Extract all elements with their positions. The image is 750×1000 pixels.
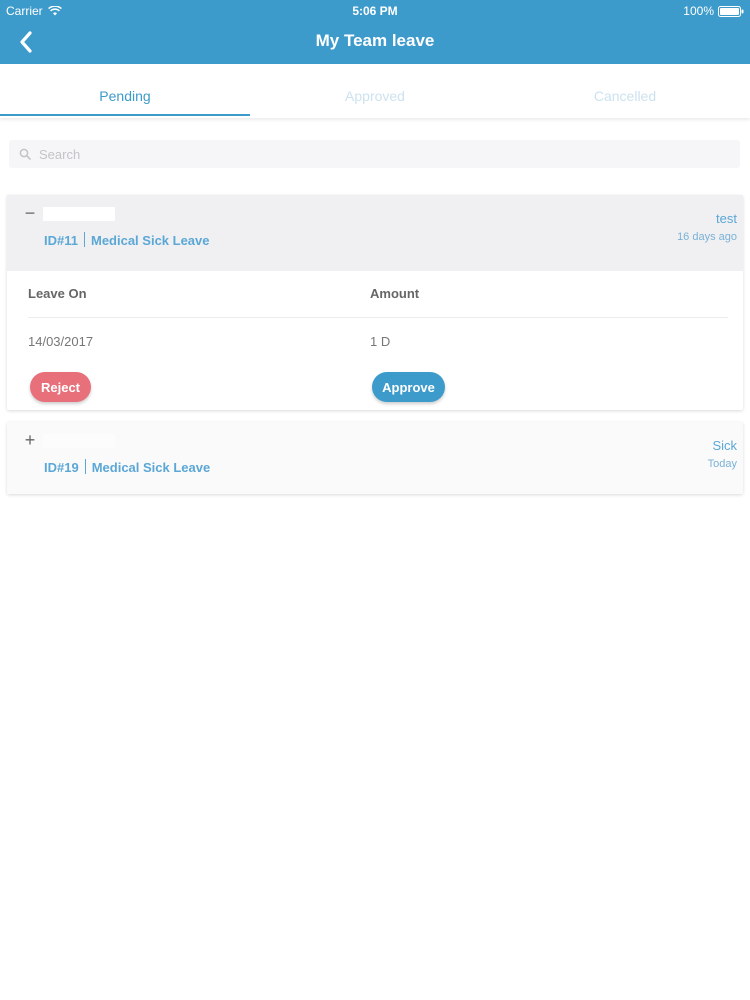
top-bar: Carrier 5:06 PM 100% My Team leave xyxy=(0,0,750,64)
amount-header: Amount xyxy=(370,286,420,301)
search-icon xyxy=(19,148,31,160)
tab-cancelled[interactable]: Cancelled xyxy=(500,64,750,118)
leave-reason: Sick xyxy=(712,438,737,453)
tab-approved[interactable]: Approved xyxy=(250,64,500,118)
employee-name-redacted xyxy=(43,207,115,221)
battery-icon xyxy=(718,5,744,17)
battery-percent: 100% xyxy=(683,4,714,18)
status-bar: Carrier 5:06 PM 100% xyxy=(0,0,750,20)
request-age: Today xyxy=(707,458,737,470)
clock: 5:06 PM xyxy=(352,4,398,18)
page-title: My Team leave xyxy=(315,31,435,50)
battery-info: 100% xyxy=(683,4,744,18)
leave-request-card: − ID#11 Medical Sick Leave test 16 days a… xyxy=(7,195,743,410)
divider xyxy=(28,317,728,318)
leave-type: Medical Sick Leave xyxy=(91,460,211,475)
search-bar xyxy=(9,140,740,168)
status-tabs: Pending Approved Cancelled xyxy=(0,64,750,118)
request-id-type: ID#11 Medical Sick Leave xyxy=(44,232,210,248)
leave-type: Medical Sick Leave xyxy=(90,233,210,248)
search-input[interactable] xyxy=(39,146,689,162)
leave-request-header[interactable]: + ID#19 Medical Sick Leave Sick Today xyxy=(7,422,743,494)
active-tab-indicator xyxy=(0,114,250,116)
leave-on-value: 14/03/2017 xyxy=(28,334,94,349)
request-age: 16 days ago xyxy=(677,231,737,243)
tab-pending[interactable]: Pending xyxy=(0,64,250,118)
leave-request-header[interactable]: − ID#11 Medical Sick Leave test 16 days a… xyxy=(7,195,743,271)
expand-icon[interactable]: + xyxy=(23,430,37,451)
request-id: ID#19 xyxy=(44,460,79,475)
leave-reason: test xyxy=(716,211,737,226)
amount-value: 1 D xyxy=(370,334,391,349)
request-id: ID#11 xyxy=(44,233,78,248)
separator xyxy=(84,459,86,474)
leave-request-card: + ID#19 Medical Sick Leave Sick Today xyxy=(7,422,743,494)
leave-on-header: Leave On xyxy=(28,286,87,301)
navigation-bar: My Team leave xyxy=(0,20,750,64)
employee-name-redacted xyxy=(43,434,115,448)
separator xyxy=(83,232,85,247)
collapse-icon[interactable]: − xyxy=(23,203,37,224)
approve-button[interactable]: Approve xyxy=(372,372,445,402)
request-id-type: ID#19 Medical Sick Leave xyxy=(44,459,210,475)
reject-button[interactable]: Reject xyxy=(30,372,91,402)
